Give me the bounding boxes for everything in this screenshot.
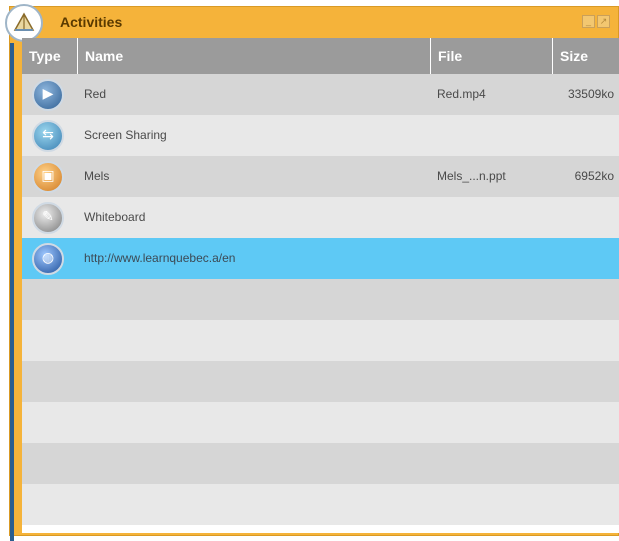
row-file: Red.mp4 xyxy=(437,87,486,101)
empty-row xyxy=(22,320,619,361)
whiteboard-icon: ✎ xyxy=(32,201,64,234)
table-row[interactable]: ▶ Red Red.mp4 33509ko xyxy=(22,74,619,115)
column-header-file[interactable]: File xyxy=(430,38,550,74)
row-type-cell: ▶ xyxy=(22,74,74,115)
row-type-cell: ▣ xyxy=(22,156,74,197)
window-controls: _ ↗ xyxy=(582,15,610,28)
row-file: Mels_...n.ppt xyxy=(437,169,506,183)
table-row[interactable]: ▣ Mels Mels_...n.ppt 6952ko xyxy=(22,156,619,197)
empty-row xyxy=(22,402,619,443)
web-globe-icon: ◍ xyxy=(32,242,64,275)
empty-row xyxy=(22,279,619,320)
table-row[interactable]: ✎ Whiteboard xyxy=(22,197,619,238)
title-bar[interactable]: Activities _ ↗ xyxy=(5,4,618,42)
activities-table: Type Name File Size ▶ Red Red.mp4 33509k… xyxy=(22,38,619,533)
row-type-cell: ◍ xyxy=(22,238,74,279)
table-row-selected[interactable]: ◍ http://www.learnquebec.a/en xyxy=(22,238,619,279)
row-type-cell: ⇆ xyxy=(22,115,74,156)
activities-window: Activities _ ↗ Type Name File Size ▶ Red… xyxy=(5,4,619,541)
row-size xyxy=(562,115,614,156)
activities-app-icon xyxy=(5,4,43,42)
column-header-type[interactable]: Type xyxy=(22,38,74,74)
window-title: Activities xyxy=(60,14,123,30)
video-icon: ▶ xyxy=(32,78,64,111)
row-name: Screen Sharing xyxy=(84,128,167,142)
window-left-border xyxy=(10,43,14,541)
empty-row xyxy=(22,361,619,402)
row-name: Red xyxy=(84,87,107,101)
empty-row xyxy=(22,443,619,484)
popout-icon[interactable]: ↗ xyxy=(597,15,610,28)
column-header-size[interactable]: Size xyxy=(552,38,619,74)
screen-sharing-icon: ⇆ xyxy=(32,119,64,152)
row-size: 6952ko xyxy=(574,169,614,183)
table-header: Type Name File Size xyxy=(22,38,619,74)
row-size xyxy=(562,238,614,279)
row-name: Whiteboard xyxy=(84,210,146,224)
row-name: Mels xyxy=(84,169,110,183)
column-header-name[interactable]: Name xyxy=(77,38,427,74)
empty-row xyxy=(22,484,619,525)
row-name: http://www.learnquebec.a/en xyxy=(84,251,236,265)
minimize-icon[interactable]: _ xyxy=(582,15,595,28)
presentation-icon: ▣ xyxy=(32,160,64,193)
row-type-cell: ✎ xyxy=(22,197,74,238)
row-size xyxy=(562,197,614,238)
row-size: 33509ko xyxy=(567,87,614,101)
table-row[interactable]: ⇆ Screen Sharing xyxy=(22,115,619,156)
